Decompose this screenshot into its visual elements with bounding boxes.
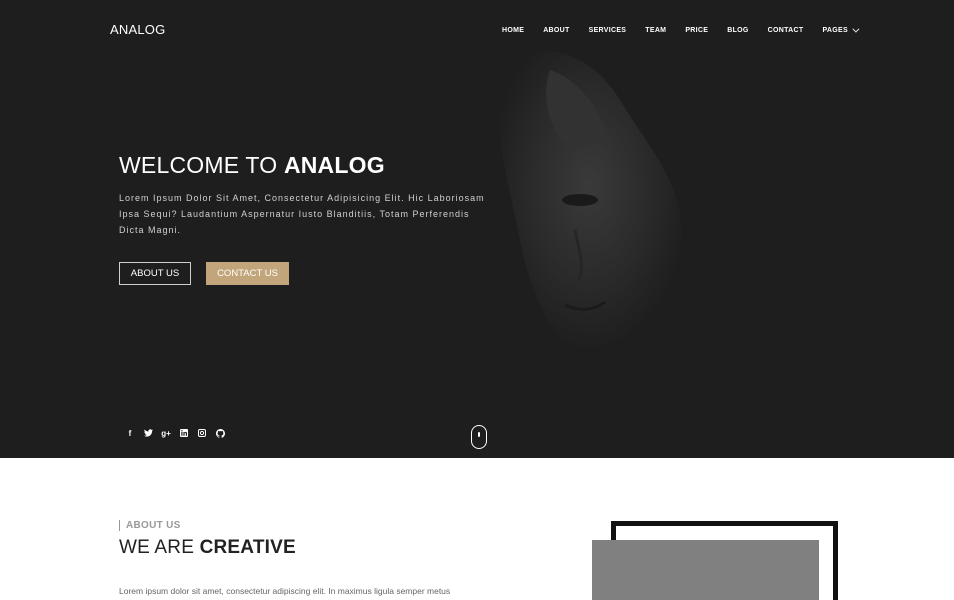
brand-logo[interactable]: ANALOG: [110, 22, 165, 37]
nav-pages-label: PAGES: [822, 27, 848, 34]
about-title-prefix: WE ARE: [119, 537, 200, 558]
about-subtitle: ABOUT US: [119, 520, 181, 531]
social-links: f g+: [121, 426, 229, 440]
hero-description: Lorem Ipsum Dolor Sit Amet, Consectetur …: [119, 193, 485, 235]
github-icon[interactable]: [211, 426, 229, 440]
scroll-wheel: [477, 432, 480, 437]
twitter-icon[interactable]: [139, 426, 157, 440]
hero-title-emphasis: ANALOG: [283, 152, 385, 178]
nav-about[interactable]: ABOUT: [543, 27, 569, 34]
hero-title: WELCOME TO ANALOG: [119, 152, 385, 179]
chevron-down-icon: [852, 25, 860, 33]
google-plus-icon[interactable]: g+: [157, 426, 175, 440]
nav-price[interactable]: PRICE: [685, 27, 708, 34]
main-nav: HOME ABOUT SERVICES TEAM PRICE BLOG CONT…: [502, 25, 860, 34]
nav-team[interactable]: TEAM: [645, 27, 666, 34]
about-image-placeholder: [592, 540, 819, 600]
nav-home[interactable]: HOME: [502, 27, 524, 34]
hero-portrait-image: [497, 50, 682, 352]
facebook-icon[interactable]: f: [121, 426, 139, 440]
linkedin-icon[interactable]: [175, 426, 193, 440]
nav-blog[interactable]: BLOG: [727, 27, 748, 34]
nav-services[interactable]: SERVICES: [589, 27, 627, 34]
instagram-icon[interactable]: [193, 426, 211, 440]
about-title: WE ARE CREATIVE: [119, 537, 296, 559]
hero-section: ANALOG HOME ABOUT SERVICES TEAM PRICE BL…: [0, 0, 954, 458]
contact-us-button[interactable]: CONTACT US: [206, 262, 289, 285]
about-title-emphasis: CREATIVE: [199, 537, 296, 558]
nav-contact[interactable]: CONTACT: [768, 27, 804, 34]
nav-pages-dropdown[interactable]: PAGES: [822, 25, 860, 34]
about-us-button[interactable]: ABOUT US: [119, 262, 191, 285]
hero-title-prefix: WELCOME TO: [119, 152, 284, 178]
about-description: Lorem ipsum dolor sit amet, consectetur …: [119, 586, 451, 596]
scroll-down-mouse-icon[interactable]: [471, 425, 487, 449]
